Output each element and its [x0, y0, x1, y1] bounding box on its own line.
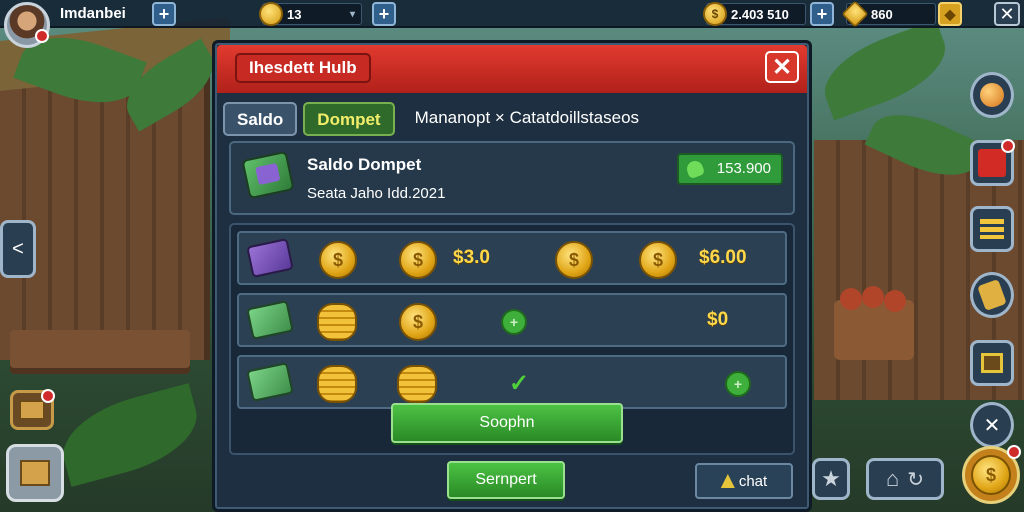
gold-counter[interactable]: $ 2.403 510	[703, 2, 806, 26]
close-top-button[interactable]: ✕	[994, 2, 1020, 26]
map-button[interactable]	[970, 340, 1014, 386]
cash-icon	[246, 299, 294, 341]
row-value: $3.0	[453, 247, 490, 268]
refresh-icon: ↻	[907, 468, 925, 491]
secondary-button[interactable]: Sernpert	[447, 461, 565, 499]
add-icon[interactable]: +	[501, 309, 527, 335]
orb-icon	[980, 83, 1004, 107]
chat-icon	[720, 474, 735, 488]
fruit	[884, 290, 906, 312]
coin-icon: $	[555, 241, 593, 279]
add-resource-button[interactable]: +	[152, 2, 176, 26]
coin-stack-icon	[317, 303, 357, 341]
gem-icon: ◆	[944, 5, 956, 22]
chevron-down-icon: ▾	[349, 8, 355, 20]
row-value: $0	[707, 309, 729, 330]
inventory-button[interactable]	[970, 272, 1014, 318]
wallet-icon	[246, 237, 294, 279]
gold-coin-icon: $	[703, 2, 727, 26]
fruit-basket	[834, 286, 914, 360]
back-arrow-button[interactable]: <	[0, 220, 36, 278]
coin-icon	[259, 2, 283, 26]
resource-counter[interactable]: 13 ▾	[259, 2, 362, 26]
balance-title: Saldo Dompet	[307, 155, 422, 174]
curtain-icon	[978, 149, 1006, 177]
modal-title: Ihesdett Hulb	[235, 53, 371, 83]
chest-button[interactable]	[10, 389, 55, 430]
primary-button[interactable]: Soophn	[391, 403, 623, 443]
player-name: Imdanbei	[60, 5, 126, 22]
fruit	[862, 286, 884, 308]
wallet-modal: Ihesdett Hulb ✕ Saldo Dompet Mananopt × …	[212, 40, 812, 512]
house-icon: ⌂	[885, 466, 900, 491]
add-gold-button[interactable]: +	[810, 2, 834, 26]
close-side-button[interactable]: ✕	[970, 402, 1014, 448]
coin-icon: $	[639, 241, 677, 279]
gem-counter[interactable]: 860	[841, 0, 936, 28]
list-item[interactable]: ✓ +	[237, 355, 787, 409]
coin-icon: $	[319, 241, 357, 279]
coin-stack-icon	[317, 365, 357, 403]
coin-stack-icon	[397, 365, 437, 403]
notification-badge	[41, 389, 55, 403]
favorite-button[interactable]: ★	[812, 458, 850, 500]
modal-header: Ihesdett Hulb ✕	[217, 45, 807, 93]
tab-saldo[interactable]: Saldo	[223, 102, 298, 136]
wooden-bench	[10, 330, 190, 368]
top-resource-bar: Imdanbei + 13 ▾ + $ 2.403 510 + 860 ◆ ✕	[0, 0, 1024, 28]
curtain-button[interactable]	[970, 139, 1015, 186]
balance-card: Saldo Dompet Seata Jaho Idd.2021 153.900	[229, 141, 795, 215]
home-button[interactable]: ⌂ ↻	[866, 458, 944, 500]
coin-icon: $	[971, 455, 1011, 495]
add-resource-button[interactable]: +	[372, 2, 396, 26]
list-item[interactable]: $ $ $3.0 $ $ $6.00	[237, 231, 787, 285]
orb-button[interactable]	[970, 72, 1014, 118]
chat-button[interactable]: chat	[695, 463, 793, 499]
avatar[interactable]	[4, 2, 50, 48]
star-icon: ★	[821, 466, 841, 491]
coin-icon: $	[399, 303, 437, 341]
gem-value: 860	[871, 6, 893, 22]
add-gem-button[interactable]: ◆	[938, 2, 962, 26]
fruit	[840, 288, 862, 310]
modal-close-button[interactable]: ✕	[765, 51, 799, 83]
gold-value: 2.403 510	[731, 6, 789, 22]
list-item[interactable]: $ + $0	[237, 293, 787, 347]
notification-badge	[1001, 139, 1015, 153]
palm-leaf	[813, 19, 957, 121]
balance-amount: 153.900	[677, 153, 783, 185]
add-icon[interactable]: +	[725, 371, 751, 397]
tab-dompet[interactable]: Dompet	[303, 102, 395, 136]
cash-icon	[246, 361, 294, 403]
notification-badge	[1007, 445, 1021, 459]
coin-shop-button[interactable]: $	[962, 445, 1021, 504]
notification-badge	[35, 29, 49, 43]
gem-icon	[684, 158, 706, 180]
wallet-icon	[241, 150, 295, 200]
bush-leaf	[53, 383, 207, 487]
resource-value: 13	[287, 6, 302, 22]
chat-label: chat	[738, 472, 768, 490]
crate-icon	[20, 460, 50, 486]
modal-tabs: Saldo Dompet Mananopt × Catatdoillstaseo…	[223, 101, 651, 137]
check-icon: ✓	[509, 370, 530, 397]
balance-amount-value: 153.900	[716, 160, 771, 177]
bag-icon	[977, 279, 1007, 311]
tab-extra-label[interactable]: Mananopt × Catatdoillstaseos	[401, 102, 651, 136]
coin-icon: $	[399, 241, 437, 279]
menu-icon	[980, 219, 1004, 239]
treasure-box-icon	[19, 400, 45, 420]
gem-icon	[841, 0, 869, 28]
balance-subtitle: Seata Jaho Idd.2021	[307, 185, 446, 202]
shield-crate-button[interactable]	[6, 444, 64, 502]
frame-icon	[981, 353, 1003, 373]
row-value: $6.00	[699, 247, 747, 268]
menu-button[interactable]	[970, 206, 1014, 252]
